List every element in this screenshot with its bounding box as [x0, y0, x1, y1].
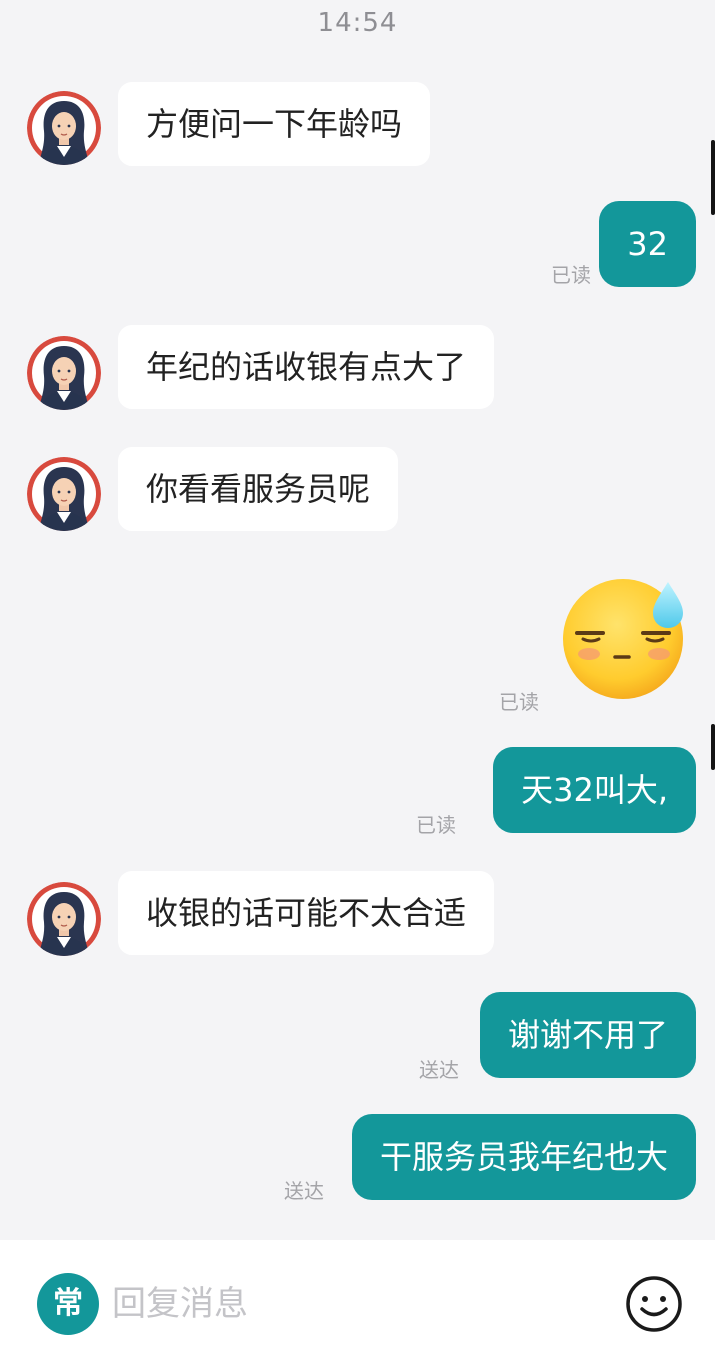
outgoing-message-bubble[interactable]: 干服务员我年纪也大 — [351, 1114, 696, 1200]
edge-shadow — [711, 724, 715, 770]
contact-avatar[interactable] — [27, 91, 101, 165]
outgoing-message-bubble[interactable]: 谢谢不用了 — [479, 992, 696, 1078]
quick-reply-button[interactable]: 常 — [37, 1273, 99, 1335]
edge-shadow — [711, 140, 715, 215]
incoming-message-bubble[interactable]: 你看看服务员呢 — [118, 447, 399, 531]
contact-avatar[interactable] — [27, 457, 101, 531]
incoming-message-bubble[interactable]: 年纪的话收银有点大了 — [118, 325, 495, 409]
read-status: 已读 — [416, 813, 456, 837]
delivered-status: 送达 — [284, 1179, 324, 1203]
emoji-button[interactable] — [624, 1274, 684, 1334]
incoming-message-bubble[interactable]: 方便问一下年龄吗 — [118, 82, 431, 166]
outgoing-message-bubble[interactable]: 天32叫大, — [493, 747, 696, 833]
read-status: 已读 — [499, 690, 539, 714]
chat-timestamp: 14:54 — [317, 8, 398, 38]
outgoing-message-bubble[interactable]: 32 — [599, 201, 696, 287]
contact-avatar[interactable] — [27, 336, 101, 410]
sweat-emoji-icon — [563, 579, 683, 699]
incoming-message-bubble[interactable]: 收银的话可能不太合适 — [118, 871, 495, 955]
contact-avatar[interactable] — [27, 882, 101, 956]
delivered-status: 送达 — [419, 1058, 459, 1082]
read-status: 已读 — [551, 263, 591, 287]
reply-message-input[interactable] — [112, 1274, 592, 1334]
sweat-emoji-sticker[interactable] — [561, 577, 691, 702]
smiley-icon — [626, 1276, 682, 1332]
